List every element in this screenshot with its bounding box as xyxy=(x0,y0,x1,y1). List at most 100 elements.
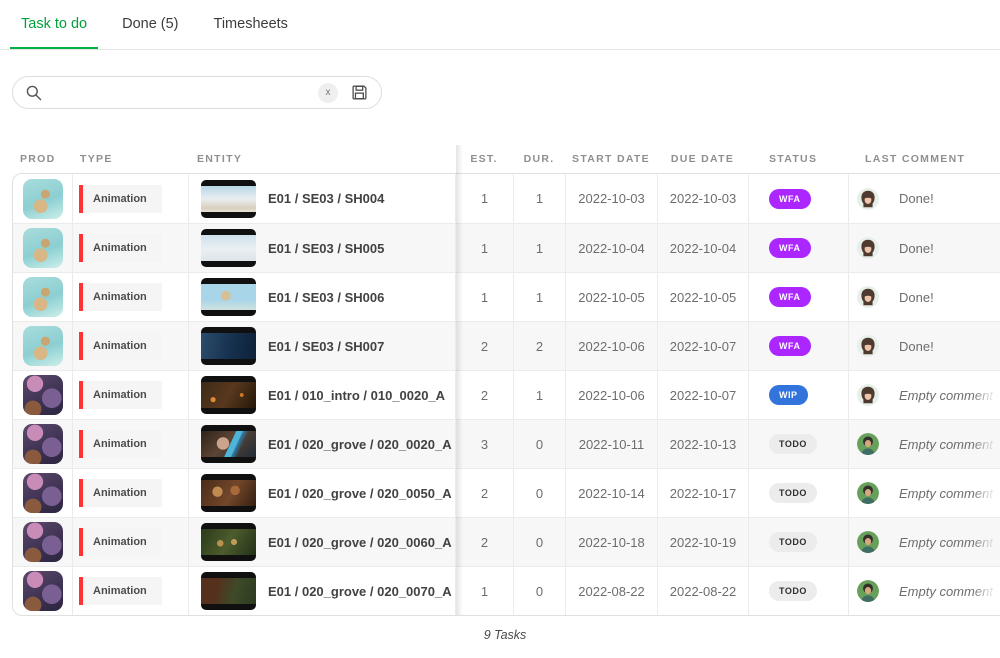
entity-name[interactable]: E01 / 020_grove / 020_0020_A xyxy=(268,437,452,452)
last-comment-text: Empty comment xyxy=(899,584,993,599)
status-badge[interactable]: TODO xyxy=(769,581,817,601)
status-cell: TODO xyxy=(749,420,849,468)
comment-author-avatar[interactable] xyxy=(857,482,879,504)
production-thumbnail[interactable] xyxy=(23,571,63,611)
entity-name[interactable]: E01 / SE03 / SH005 xyxy=(268,241,384,256)
task-type-cell: Animation xyxy=(73,224,189,272)
entity-cell: E01 / SE03 / SH004 xyxy=(189,174,456,223)
comment-author-avatar[interactable] xyxy=(857,335,879,357)
comment-author-avatar[interactable] xyxy=(857,384,879,406)
shot-preview-image xyxy=(201,284,256,310)
status-badge[interactable]: TODO xyxy=(769,483,817,503)
comment-author-avatar[interactable] xyxy=(857,286,879,308)
search-bar[interactable]: x xyxy=(12,76,382,109)
status-cell: TODO xyxy=(749,469,849,517)
table-row[interactable]: Animation E01 / 020_grove / 020_0020_A 3… xyxy=(13,419,1000,468)
production-cell xyxy=(13,469,73,517)
shot-thumbnail[interactable] xyxy=(201,376,256,414)
start-date-value: 2022-08-22 xyxy=(578,584,645,599)
last-comment-cell: Empty comment xyxy=(849,371,1000,419)
tab-task-to-do[interactable]: Task to do xyxy=(10,0,98,49)
entity-name[interactable]: E01 / SE03 / SH006 xyxy=(268,290,384,305)
task-type-tag: Animation xyxy=(79,577,162,605)
save-search-icon[interactable] xyxy=(351,84,368,101)
production-thumbnail[interactable] xyxy=(23,522,63,562)
column-header-entity: ENTITY xyxy=(188,145,455,173)
comment-author-avatar[interactable] xyxy=(857,531,879,553)
shot-thumbnail[interactable] xyxy=(201,425,256,463)
last-comment-text: Empty comment xyxy=(899,486,993,501)
production-thumbnail[interactable] xyxy=(23,473,63,513)
table-row[interactable]: Animation E01 / 020_grove / 020_0050_A 2… xyxy=(13,468,1000,517)
clear-search-button[interactable]: x xyxy=(318,83,338,103)
production-thumbnail[interactable] xyxy=(23,179,63,219)
shot-thumbnail[interactable] xyxy=(201,572,256,610)
shot-thumbnail[interactable] xyxy=(201,278,256,316)
task-type-label: Animation xyxy=(83,536,162,548)
status-cell: WIP xyxy=(749,371,849,419)
last-comment-cell: Done! xyxy=(849,322,1000,370)
last-comment-cell: Empty comment xyxy=(849,469,1000,517)
comment-author-avatar[interactable] xyxy=(857,580,879,602)
entity-name[interactable]: E01 / SE03 / SH007 xyxy=(268,339,384,354)
comment-author-avatar[interactable] xyxy=(857,237,879,259)
task-type-tag: Animation xyxy=(79,381,162,409)
shot-thumbnail[interactable] xyxy=(201,474,256,512)
entity-name[interactable]: E01 / 020_grove / 020_0050_A xyxy=(268,486,452,501)
task-type-label: Animation xyxy=(83,487,162,499)
table-row[interactable]: Animation E01 / 020_grove / 020_0060_A 2… xyxy=(13,517,1000,566)
status-badge[interactable]: TODO xyxy=(769,532,817,552)
production-thumbnail[interactable] xyxy=(23,375,63,415)
column-header-last-comment: LAST COMMENT xyxy=(848,145,1000,173)
tab-done[interactable]: Done (5) xyxy=(111,0,189,49)
entity-name[interactable]: E01 / 020_grove / 020_0060_A xyxy=(268,535,452,550)
last-comment-text: Done! xyxy=(899,241,934,256)
search-input[interactable] xyxy=(50,84,318,101)
last-comment-cell: Empty comment xyxy=(849,567,1000,615)
table-row[interactable]: Animation E01 / SE03 / SH007 2 2 2022-10… xyxy=(13,321,1000,370)
production-thumbnail[interactable] xyxy=(23,228,63,268)
due-date-value: 2022-10-03 xyxy=(670,191,737,206)
task-type-label: Animation xyxy=(83,438,162,450)
status-badge[interactable]: WFA xyxy=(769,287,811,307)
task-type-tag: Animation xyxy=(79,430,162,458)
status-badge[interactable]: WFA xyxy=(769,336,811,356)
table-row[interactable]: Animation E01 / SE03 / SH006 1 1 2022-10… xyxy=(13,272,1000,321)
shot-thumbnail[interactable] xyxy=(201,327,256,365)
shot-thumbnail[interactable] xyxy=(201,523,256,561)
duration-value: 1 xyxy=(536,388,543,403)
task-type-cell: Animation xyxy=(73,518,189,566)
shot-thumbnail[interactable] xyxy=(201,180,256,218)
task-type-label: Animation xyxy=(83,242,162,254)
production-thumbnail[interactable] xyxy=(23,424,63,464)
production-thumbnail[interactable] xyxy=(23,326,63,366)
duration-value: 0 xyxy=(536,584,543,599)
start-date-value: 2022-10-11 xyxy=(579,437,645,452)
shot-preview-image xyxy=(201,382,256,408)
status-cell: TODO xyxy=(749,567,849,615)
status-badge[interactable]: WIP xyxy=(769,385,808,405)
duration-value: 0 xyxy=(536,437,543,452)
tab-timesheets[interactable]: Timesheets xyxy=(203,0,299,49)
status-badge[interactable]: WFA xyxy=(769,238,811,258)
task-type-label: Animation xyxy=(83,193,162,205)
shot-thumbnail[interactable] xyxy=(201,229,256,267)
search-icon xyxy=(26,85,42,101)
start-date-value: 2022-10-14 xyxy=(578,486,645,501)
production-thumbnail[interactable] xyxy=(23,277,63,317)
status-badge[interactable]: WFA xyxy=(769,189,811,209)
table-row[interactable]: Animation E01 / 010_intro / 010_0020_A 2… xyxy=(13,370,1000,419)
entity-name[interactable]: E01 / 020_grove / 020_0070_A xyxy=(268,584,452,599)
table-row[interactable]: Animation E01 / 020_grove / 020_0070_A 1… xyxy=(13,566,1000,615)
table-row[interactable]: Animation E01 / SE03 / SH004 1 1 2022-10… xyxy=(13,174,1000,223)
task-type-tag: Animation xyxy=(79,234,162,262)
entity-cell: E01 / SE03 / SH005 xyxy=(189,224,456,272)
table-row[interactable]: Animation E01 / SE03 / SH005 1 1 2022-10… xyxy=(13,223,1000,272)
comment-author-avatar[interactable] xyxy=(857,188,879,210)
status-badge[interactable]: TODO xyxy=(769,434,817,454)
entity-name[interactable]: E01 / SE03 / SH004 xyxy=(268,191,384,206)
production-cell xyxy=(13,518,73,566)
comment-author-avatar[interactable] xyxy=(857,433,879,455)
start-date-value: 2022-10-18 xyxy=(578,535,645,550)
entity-name[interactable]: E01 / 010_intro / 010_0020_A xyxy=(268,388,445,403)
